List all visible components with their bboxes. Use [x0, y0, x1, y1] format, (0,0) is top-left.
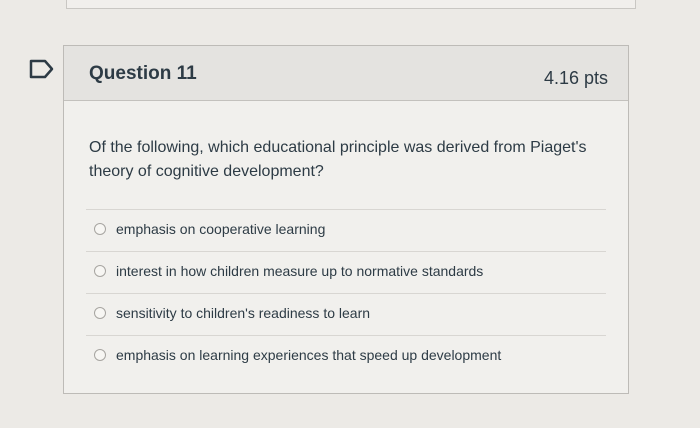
answer-label[interactable]: emphasis on learning experiences that sp… — [116, 347, 501, 363]
radio-button[interactable] — [94, 223, 106, 235]
question-text: Of the following, which educational prin… — [89, 139, 587, 180]
radio-button[interactable] — [94, 349, 106, 361]
answer-option[interactable]: emphasis on learning experiences that sp… — [86, 335, 606, 377]
radio-button[interactable] — [94, 307, 106, 319]
answer-label[interactable]: interest in how children measure up to n… — [116, 263, 483, 279]
question-points: 4.16 pts — [543, 68, 608, 88]
answer-option[interactable]: emphasis on cooperative learning — [86, 209, 606, 251]
radio-button[interactable] — [94, 265, 106, 277]
answer-label[interactable]: emphasis on cooperative learning — [116, 221, 325, 237]
answer-option[interactable]: sensitivity to children's readiness to l… — [86, 293, 606, 335]
question-card: Question 11 4.16 pts Of the following, w… — [63, 45, 629, 394]
flag-question-icon[interactable] — [28, 58, 56, 80]
answer-option[interactable]: interest in how children measure up to n… — [86, 251, 606, 293]
question-title: Question 11 — [89, 63, 197, 84]
answer-label[interactable]: sensitivity to children's readiness to l… — [116, 305, 370, 321]
answer-list: emphasis on cooperative learning interes… — [86, 209, 606, 377]
question-header: Question 11 4.16 pts — [64, 46, 628, 101]
previous-question-card — [66, 0, 636, 9]
